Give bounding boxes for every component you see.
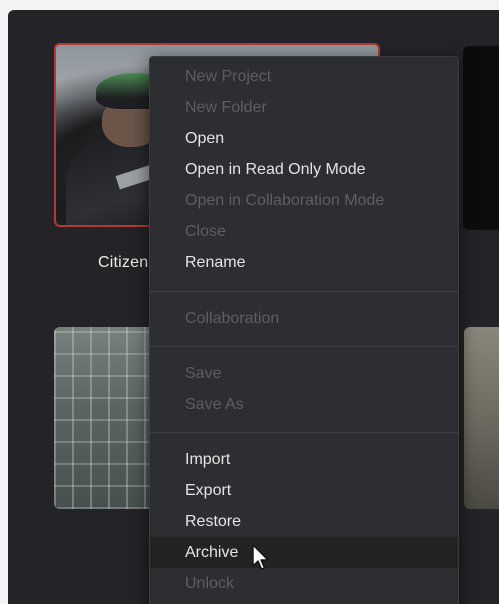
context-menu: New Project New Folder Open Open in Read… — [149, 56, 459, 604]
menu-item-save-as[interactable]: Save As — [150, 389, 458, 420]
menu-item-rename[interactable]: Rename — [150, 247, 458, 278]
menu-item-new-folder[interactable]: New Folder — [150, 92, 458, 123]
menu-item-archive[interactable]: Archive — [150, 537, 458, 568]
menu-item-collaboration[interactable]: Collaboration — [150, 303, 458, 334]
menu-item-restore[interactable]: Restore — [150, 506, 458, 537]
menu-separator — [150, 291, 458, 292]
project-thumbnail[interactable] — [463, 46, 499, 230]
menu-item-new-project[interactable]: New Project — [150, 61, 458, 92]
menu-item-save[interactable]: Save — [150, 358, 458, 389]
menu-item-import[interactable]: Import — [150, 444, 458, 475]
menu-separator — [150, 346, 458, 347]
menu-item-close[interactable]: Close — [150, 216, 458, 247]
menu-item-unlock[interactable]: Unlock — [150, 568, 458, 599]
project-thumbnail[interactable] — [464, 327, 499, 509]
project-name-label: Citizen — [98, 254, 149, 271]
menu-separator — [150, 432, 458, 433]
menu-item-open-collaboration[interactable]: Open in Collaboration Mode — [150, 185, 458, 216]
menu-item-open-read-only[interactable]: Open in Read Only Mode — [150, 154, 458, 185]
menu-item-export[interactable]: Export — [150, 475, 458, 506]
mouse-pointer-icon — [252, 544, 269, 570]
menu-item-open[interactable]: Open — [150, 123, 458, 154]
project-manager-window: Citizen New Project New Folder Open Open… — [8, 10, 499, 604]
